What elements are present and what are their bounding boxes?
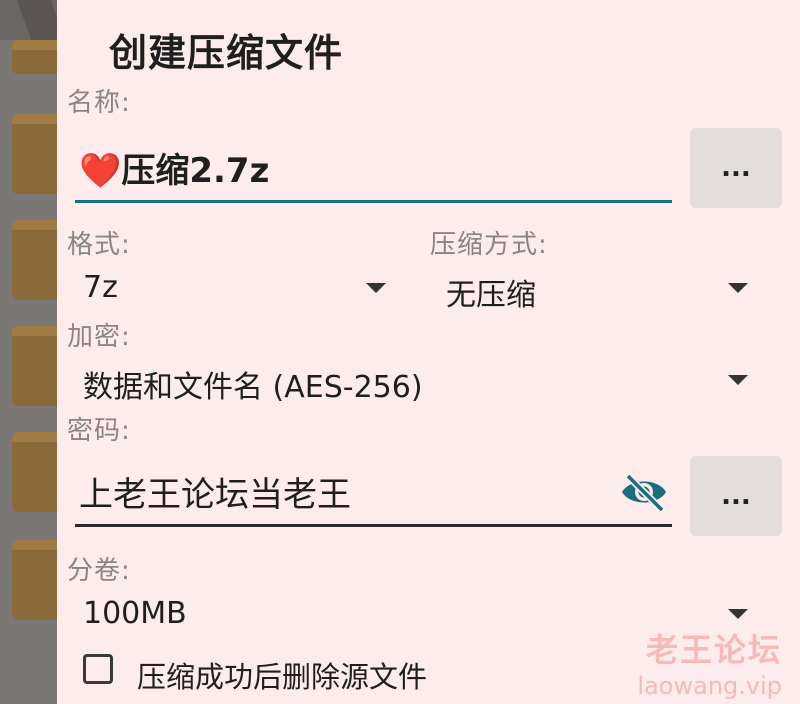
encryption-label: 加密: <box>67 322 131 352</box>
background-file-list <box>0 0 60 704</box>
folder-icon <box>12 540 58 620</box>
chevron-down-icon <box>728 283 748 293</box>
site-watermark: 老王论坛 laowang.vip <box>637 634 782 698</box>
compression-method-label: 压缩方式: <box>430 230 548 260</box>
folder-icon <box>12 326 58 406</box>
format-value: 7z <box>83 270 118 305</box>
chevron-down-icon <box>728 375 748 385</box>
password-label: 密码: <box>67 416 131 446</box>
dialog-title: 创建压缩文件 <box>109 31 344 75</box>
split-value: 100MB <box>83 596 187 631</box>
folder-icon <box>12 114 58 194</box>
password-more-button[interactable]: ... <box>690 456 782 536</box>
format-label: 格式: <box>67 230 131 260</box>
archive-name-field[interactable]: ❤️压缩2.7z <box>75 130 672 203</box>
heart-emoji: ❤️ <box>79 151 122 191</box>
watermark-text: 老王论坛 <box>645 631 782 669</box>
delete-source-label[interactable]: 压缩成功后删除源文件 <box>137 654 427 696</box>
background-toolbar <box>0 0 60 40</box>
browse-path-button[interactable]: ... <box>690 128 782 208</box>
folder-icon <box>12 40 58 74</box>
watermark-url: laowang.vip <box>637 672 782 700</box>
delete-source-checkbox[interactable] <box>83 654 113 684</box>
archive-name-value: 压缩2.7z <box>121 151 270 191</box>
compression-method-value: 无压缩 <box>446 278 536 313</box>
format-select[interactable]: 7z <box>83 264 391 314</box>
chevron-down-icon <box>366 283 386 293</box>
chevron-down-icon <box>728 609 748 619</box>
create-archive-dialog: 创建压缩文件 名称: ❤️压缩2.7z ... 格式: 7z 压缩方式: 无压缩… <box>57 0 800 704</box>
password-field[interactable]: 上老王论坛当老王 <box>75 456 672 527</box>
eye-off-icon[interactable] <box>620 472 668 512</box>
folder-icon <box>12 432 58 512</box>
name-label: 名称: <box>67 88 131 118</box>
password-value: 上老王论坛当老王 <box>79 475 351 515</box>
encryption-select[interactable]: 数据和文件名 (AES-256) <box>83 356 753 406</box>
split-label: 分卷: <box>67 556 131 586</box>
folder-icon <box>12 220 58 300</box>
encryption-value: 数据和文件名 (AES-256) <box>83 370 423 405</box>
compression-method-select[interactable]: 无压缩 <box>446 264 752 314</box>
